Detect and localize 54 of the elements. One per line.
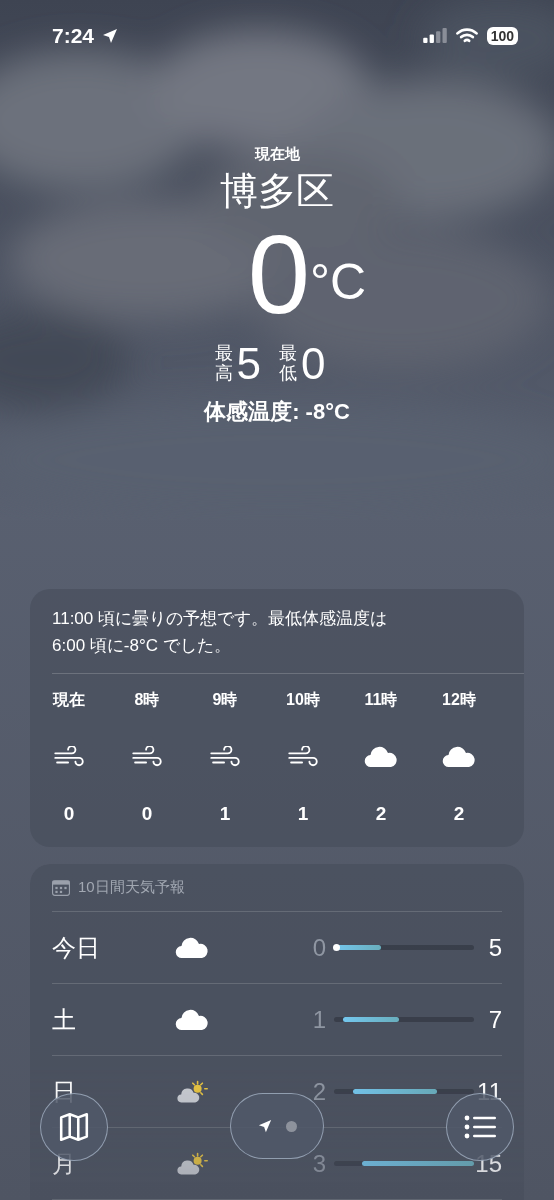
low-temperature: 0 <box>311 933 327 962</box>
high-temperature: 5 <box>236 339 261 389</box>
location-label: 現在地 <box>254 145 300 164</box>
high-temperature: 15 <box>474 1149 502 1178</box>
signal-icon <box>422 28 447 43</box>
current-temperature: 0 <box>247 217 311 333</box>
hour-label: 8時 <box>134 690 160 710</box>
cloud-icon <box>174 935 210 960</box>
wifi-icon <box>454 27 479 44</box>
partly-sunny-icon <box>174 1079 210 1104</box>
forecast-summary: 11:00 頃に曇りの予想です。最低体感温度は 6:00 頃に-8°C でした。 <box>52 608 388 657</box>
high-label: 最高 <box>214 344 233 384</box>
map-icon <box>58 1111 90 1143</box>
low-temperature: 2 <box>311 1077 327 1106</box>
day-label: 日 <box>52 1076 77 1107</box>
day-label: 土 <box>52 1004 77 1035</box>
temperature-unit: °C <box>310 253 367 311</box>
page-dot[interactable] <box>285 1120 297 1132</box>
wind-icon <box>131 746 163 768</box>
low-temperature: 3 <box>311 1149 327 1178</box>
hour-value: 1 <box>297 803 309 825</box>
wind-icon <box>53 746 85 768</box>
low-label: 最低 <box>279 344 297 384</box>
high-temperature: 7 <box>487 1005 502 1034</box>
hour-value: 2 <box>375 803 387 825</box>
forecast-title: 10日間天気予報 <box>78 878 185 897</box>
partly-sunny-icon <box>174 1151 210 1176</box>
hour-label: 現在 <box>53 690 85 710</box>
day-label: 今日 <box>52 932 101 963</box>
calendar-icon <box>52 879 70 896</box>
high-temperature: 11 <box>476 1077 502 1106</box>
city-name: 博多区 <box>220 169 334 214</box>
status-time: 7:24 <box>52 23 95 48</box>
location-arrow-icon[interactable] <box>257 1119 272 1133</box>
hour-value: 1 <box>219 803 231 825</box>
hour-value: 0 <box>141 803 153 825</box>
hour-label: 10時 <box>286 690 320 710</box>
high-temperature: 5 <box>487 933 502 962</box>
cloud-icon <box>174 1007 210 1032</box>
hour-value: 0 <box>63 803 75 825</box>
low-temperature: 1 <box>311 1005 327 1034</box>
cloud-icon <box>363 745 399 769</box>
wind-icon <box>287 746 319 768</box>
location-arrow-icon <box>102 27 119 44</box>
feels-like: 体感温度: -8°C <box>204 398 350 426</box>
low-temperature: 0 <box>301 339 326 389</box>
hour-value: 2 <box>453 803 465 825</box>
cloud-icon <box>441 745 477 769</box>
list-icon <box>464 1115 496 1139</box>
day-label: 月 <box>52 1148 77 1179</box>
hour-label: 11時 <box>364 690 398 710</box>
hour-label: 12時 <box>442 690 476 710</box>
wind-icon <box>209 746 241 768</box>
hour-label: 9時 <box>212 690 238 710</box>
